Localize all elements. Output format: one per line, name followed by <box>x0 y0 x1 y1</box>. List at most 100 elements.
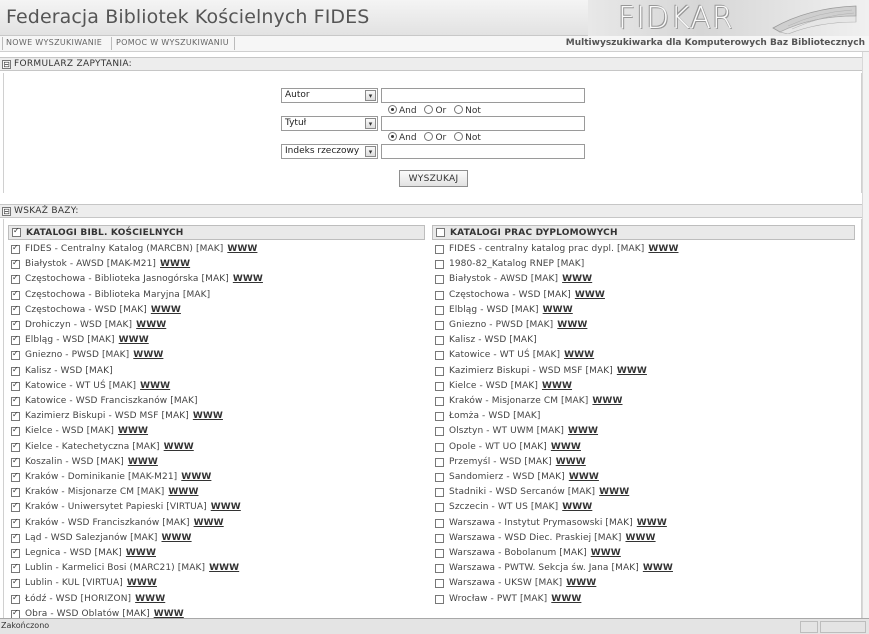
catalog-checkbox[interactable] <box>11 289 20 300</box>
operator-or[interactable]: Or <box>424 105 446 116</box>
new-search-link[interactable]: Nowe wyszukiwanie <box>6 38 102 47</box>
www-link[interactable]: WWW <box>557 320 587 330</box>
databases-section-bar[interactable]: ⊟ WSKAŻ BAZY: <box>0 204 862 218</box>
www-link[interactable]: WWW <box>128 457 158 467</box>
catalog-checkbox[interactable] <box>435 579 444 589</box>
catalog-checkbox[interactable] <box>435 594 444 604</box>
www-link[interactable]: WWW <box>126 548 156 558</box>
collapse-icon[interactable]: ⊟ <box>2 60 11 69</box>
www-link[interactable]: WWW <box>194 518 224 528</box>
radio-icon[interactable] <box>424 105 434 114</box>
www-link[interactable]: WWW <box>648 244 678 254</box>
collapse-icon[interactable]: ⊟ <box>2 207 11 216</box>
catalog-checkbox[interactable] <box>11 273 20 285</box>
catalog-checkbox[interactable] <box>435 275 444 285</box>
catalog-checkbox[interactable] <box>435 381 444 391</box>
chevron-down-icon[interactable]: ▾ <box>365 118 376 129</box>
catalog-checkbox[interactable] <box>11 258 20 270</box>
church-catalogs-header[interactable]: KATALOGI BIBL. KOŚCIELNYCH <box>8 225 425 240</box>
operator-or[interactable]: Or <box>424 132 446 143</box>
radio-icon[interactable] <box>454 132 464 141</box>
catalog-checkbox[interactable] <box>435 336 444 346</box>
catalog-checkbox[interactable] <box>11 501 20 513</box>
www-link[interactable]: WWW <box>209 563 239 573</box>
catalog-checkbox[interactable] <box>435 503 444 513</box>
catalog-checkbox[interactable] <box>11 395 20 406</box>
www-link[interactable]: WWW <box>164 442 194 452</box>
www-link[interactable]: WWW <box>643 563 673 573</box>
catalog-checkbox[interactable] <box>11 441 20 452</box>
catalog-checkbox[interactable] <box>435 351 444 361</box>
catalog-checkbox[interactable] <box>11 304 20 315</box>
catalog-checkbox[interactable] <box>11 380 20 391</box>
catalog-checkbox[interactable] <box>435 518 444 528</box>
catalog-checkbox[interactable] <box>11 334 20 346</box>
www-link[interactable]: WWW <box>133 350 163 360</box>
catalog-checkbox[interactable] <box>435 305 444 315</box>
www-link[interactable]: WWW <box>168 487 198 497</box>
catalog-checkbox[interactable] <box>11 562 20 574</box>
catalog-checkbox[interactable] <box>435 457 444 467</box>
chevron-down-icon[interactable]: ▾ <box>365 146 376 157</box>
search-help-link[interactable]: Pomoc w wyszukiwaniu <box>116 38 229 47</box>
catalog-checkbox[interactable] <box>11 593 20 604</box>
www-link[interactable]: WWW <box>127 578 157 588</box>
catalog-checkbox[interactable] <box>11 608 20 618</box>
query-input-2[interactable] <box>381 116 585 131</box>
catalog-checkbox[interactable] <box>11 319 20 330</box>
catalog-checkbox[interactable] <box>435 564 444 574</box>
www-link[interactable]: WWW <box>625 533 655 543</box>
www-link[interactable]: WWW <box>154 609 184 618</box>
operator-not[interactable]: Not <box>454 132 481 143</box>
catalog-checkbox[interactable] <box>11 547 20 558</box>
www-link[interactable]: WWW <box>562 274 592 284</box>
www-link[interactable]: WWW <box>568 426 598 436</box>
www-link[interactable]: WWW <box>160 259 190 269</box>
catalog-checkbox[interactable] <box>11 486 20 498</box>
catalog-checkbox[interactable] <box>435 473 444 482</box>
catalog-checkbox[interactable] <box>435 245 444 254</box>
catalog-checkbox[interactable] <box>435 412 444 422</box>
catalog-checkbox[interactable] <box>11 471 20 482</box>
catalog-checkbox[interactable] <box>11 517 20 528</box>
www-link[interactable]: WWW <box>135 594 165 604</box>
www-link[interactable]: WWW <box>140 381 170 391</box>
catalog-checkbox[interactable] <box>435 290 444 300</box>
catalog-checkbox[interactable] <box>11 532 20 543</box>
catalog-checkbox[interactable] <box>11 243 20 254</box>
catalog-checkbox[interactable] <box>11 577 20 589</box>
select-all-checkbox[interactable] <box>12 226 21 237</box>
www-link[interactable]: WWW <box>227 244 257 254</box>
www-link[interactable]: WWW <box>592 396 622 406</box>
www-link[interactable]: WWW <box>569 472 599 482</box>
catalog-checkbox[interactable] <box>435 427 444 437</box>
www-link[interactable]: WWW <box>591 548 621 558</box>
catalog-checkbox[interactable] <box>435 397 444 406</box>
catalog-checkbox[interactable] <box>435 533 444 543</box>
www-link[interactable]: WWW <box>118 426 148 436</box>
www-link[interactable]: WWW <box>556 457 586 467</box>
www-link[interactable]: WWW <box>617 366 647 376</box>
radio-selected-icon[interactable] <box>388 105 397 114</box>
operator-and[interactable]: And <box>388 105 417 116</box>
www-link[interactable]: WWW <box>566 578 596 588</box>
query-form-section-bar[interactable]: ⊟ FORMULARZ ZAPYTANIA: <box>0 57 862 71</box>
www-link[interactable]: WWW <box>542 381 572 391</box>
field-select-2[interactable]: Tytuł ▾ <box>281 116 378 131</box>
radio-selected-icon[interactable] <box>388 132 397 141</box>
www-link[interactable]: WWW <box>637 518 667 528</box>
www-link[interactable]: WWW <box>211 502 241 512</box>
query-input-3[interactable] <box>381 144 585 159</box>
www-link[interactable]: WWW <box>575 290 605 300</box>
www-link[interactable]: WWW <box>181 472 211 482</box>
radio-icon[interactable] <box>424 132 434 141</box>
page-scrollbar[interactable] <box>862 52 869 618</box>
catalog-checkbox[interactable] <box>435 260 444 270</box>
www-link[interactable]: WWW <box>599 487 629 497</box>
select-all-checkbox[interactable] <box>436 228 445 237</box>
www-link[interactable]: WWW <box>551 442 581 452</box>
www-link[interactable]: WWW <box>233 274 263 284</box>
catalog-checkbox[interactable] <box>435 488 444 498</box>
operator-not[interactable]: Not <box>454 105 481 116</box>
catalog-checkbox[interactable] <box>11 410 20 422</box>
